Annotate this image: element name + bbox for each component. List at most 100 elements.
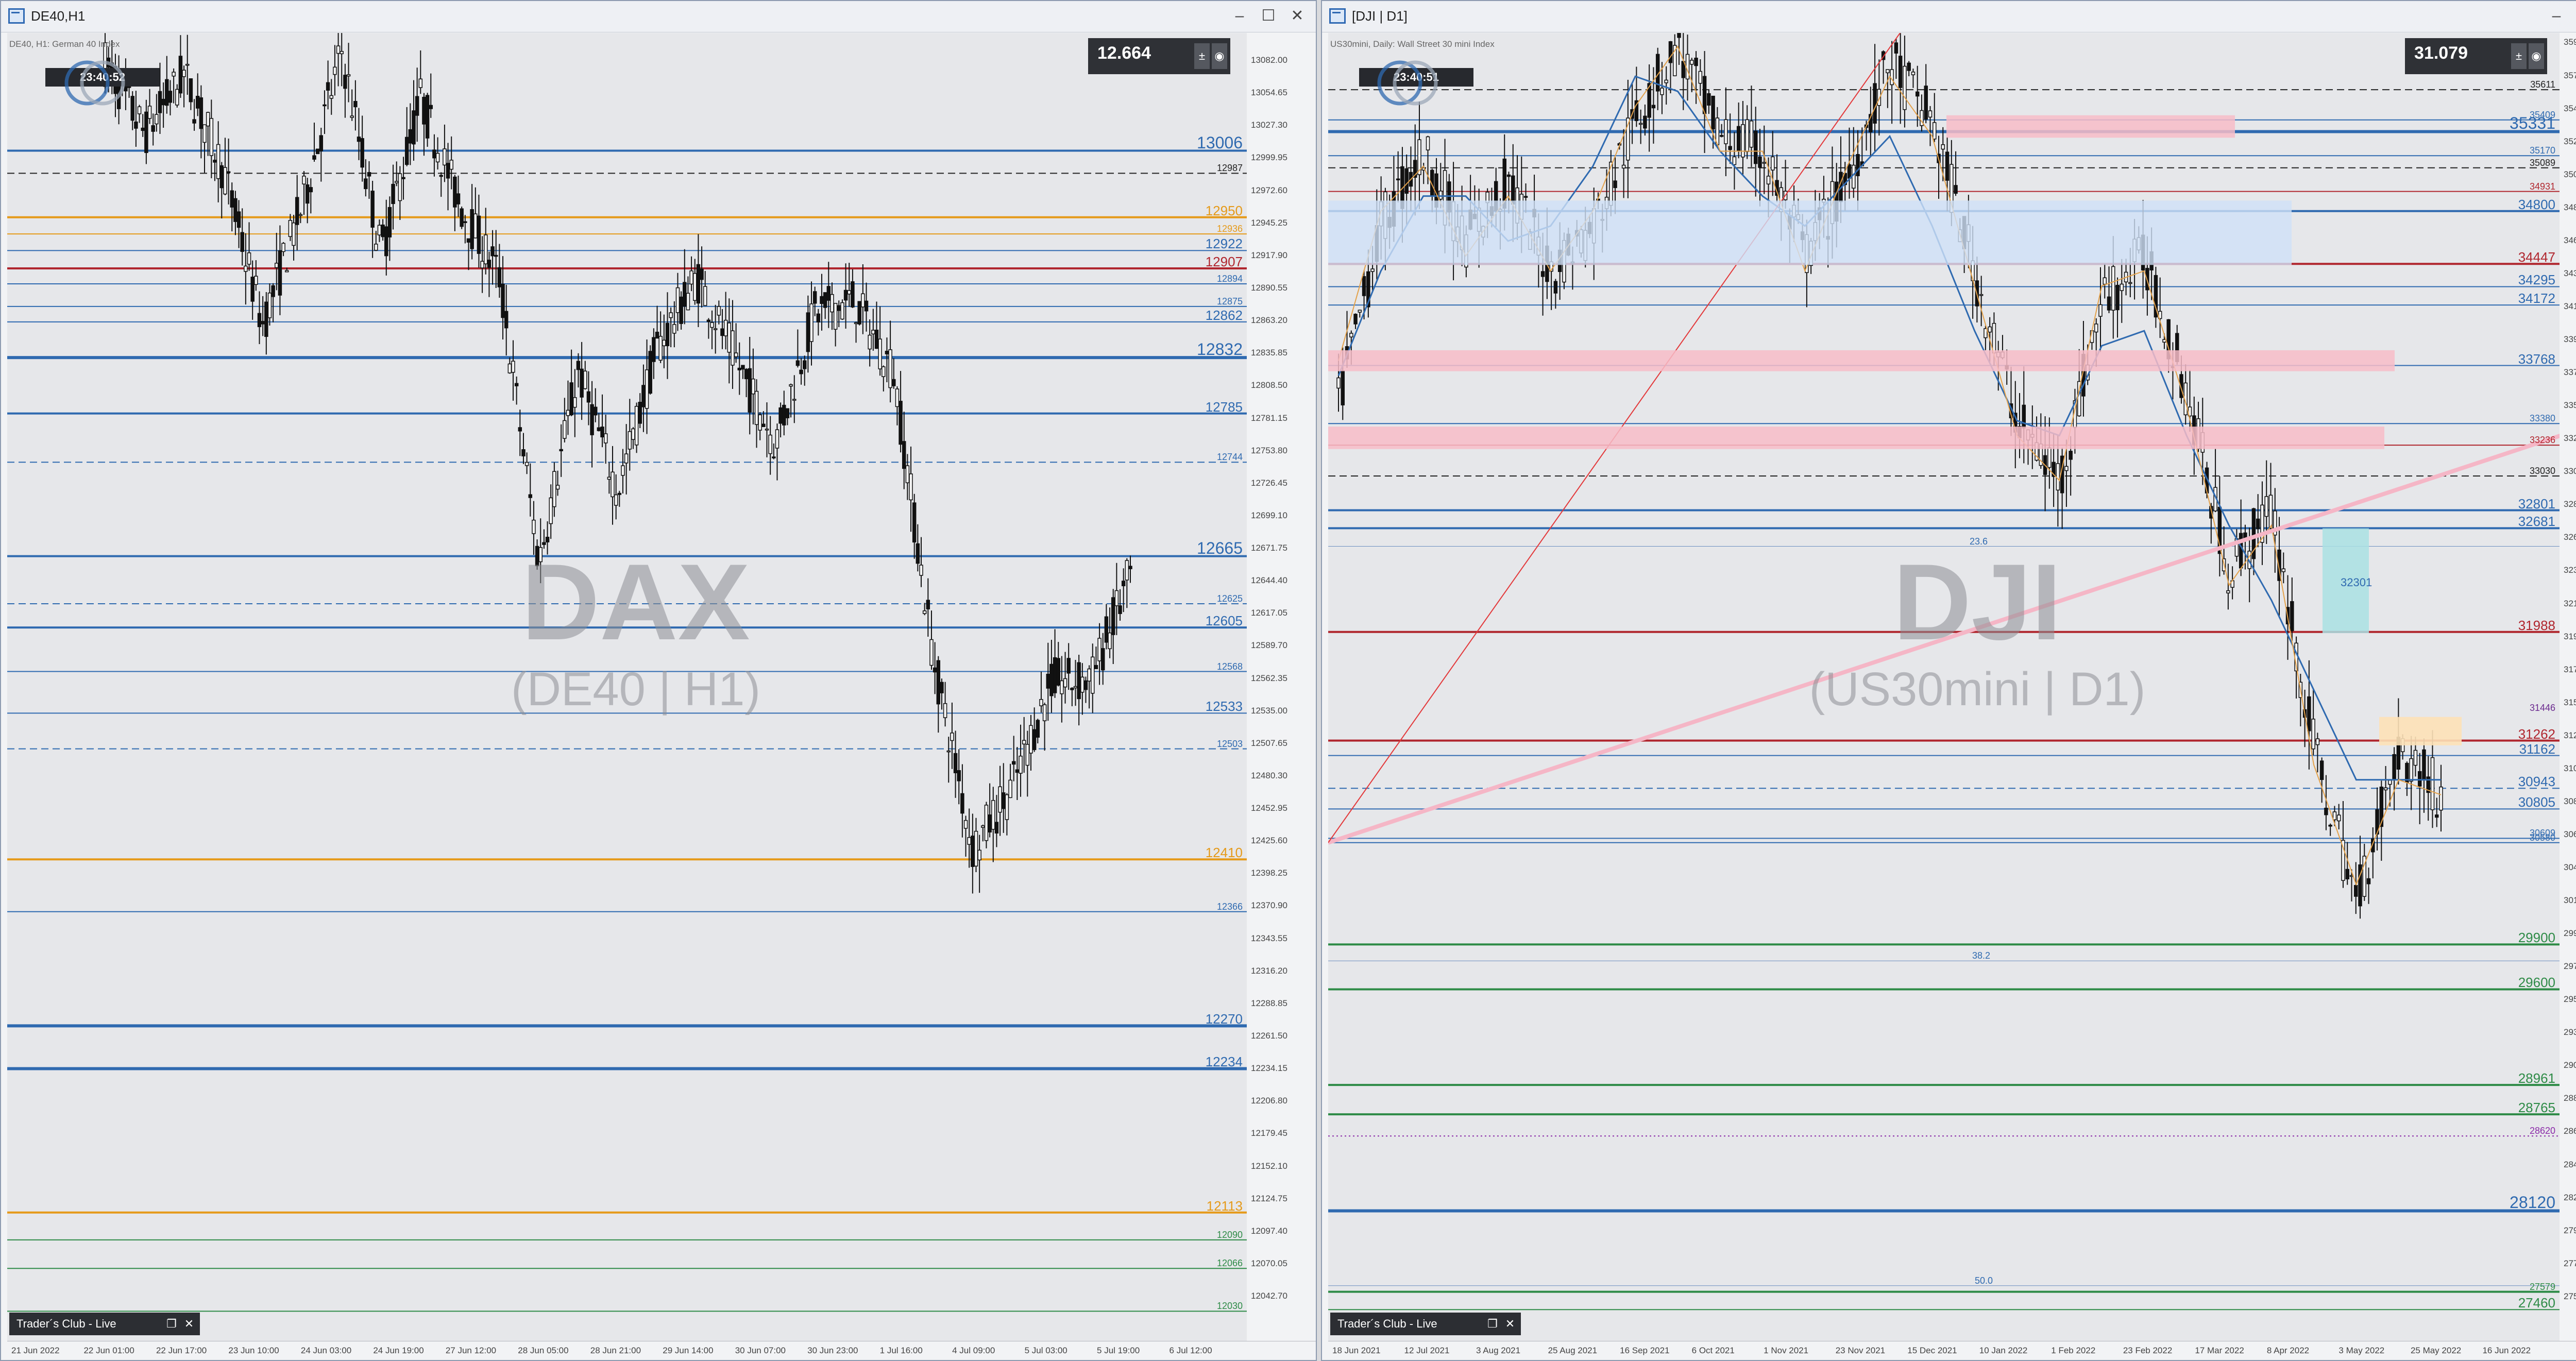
level-label: 31262 xyxy=(2518,726,2555,742)
supply-zone xyxy=(1328,350,2395,371)
date-tick: 3 Aug 2021 xyxy=(1476,1346,1521,1355)
settings-icon[interactable]: ◉ xyxy=(2529,43,2544,69)
date-tick: 1 Nov 2021 xyxy=(1764,1346,1809,1355)
date-tick: 23 Feb 2022 xyxy=(2123,1346,2173,1355)
level-label: 12744 xyxy=(1216,452,1243,463)
live-tab-label: Trader´s Club - Live xyxy=(16,1317,116,1330)
price-tick: 12781.15 xyxy=(1251,413,1287,423)
live-tab[interactable]: Trader´s Club - Live ❐ ✕ xyxy=(1330,1313,1521,1335)
price-tick: 12343.55 xyxy=(1251,933,1287,943)
close-icon[interactable]: ✕ xyxy=(1502,1316,1518,1332)
price-tick: 12726.45 xyxy=(1251,478,1287,488)
price-display: 31.079 ± ◉ xyxy=(2405,38,2547,74)
price-tick: 12917.90 xyxy=(1251,250,1287,260)
date-tick: 23 Nov 2021 xyxy=(1835,1346,1886,1355)
live-tab[interactable]: Trader´s Club - Live ❐ ✕ xyxy=(9,1313,200,1335)
date-tick: 8 Apr 2022 xyxy=(2266,1346,2310,1355)
symbol-watermark: DJI (US30mini | D1) xyxy=(1809,541,2146,716)
window-title: DE40,H1 xyxy=(31,8,86,24)
title-bar[interactable]: [DJI | D1] – ☐ ✕ xyxy=(1322,1,2576,32)
date-tick: 6 Jul 12:00 xyxy=(1169,1346,1212,1355)
price-tick: 12398.25 xyxy=(1251,868,1287,878)
level-label: 12605 xyxy=(1205,613,1243,629)
dji-chart-window[interactable]: [DJI | D1] – ☐ ✕ DJI (US30mini | D1) US3… xyxy=(1321,0,2576,1361)
level-label: 32681 xyxy=(2518,514,2555,530)
price-tick: 12179.45 xyxy=(1251,1128,1287,1138)
price-tick: 12507.65 xyxy=(1251,738,1287,748)
title-bar[interactable]: DE40,H1 – ☐ ✕ xyxy=(1,1,1316,32)
settings-icon[interactable]: ◉ xyxy=(1212,43,1227,69)
level-label: 30805 xyxy=(2518,794,2555,810)
price-tick: 27988.50 xyxy=(2564,1225,2576,1235)
price-tick: 12152.10 xyxy=(1251,1161,1287,1171)
date-tick: 1 Feb 2022 xyxy=(2051,1346,2096,1355)
date-axis[interactable]: 18 Jun 2021 12 Jul 2021 3 Aug 2021 25 Aug 2… xyxy=(1328,1341,2576,1360)
date-tick: 21 Jun 2022 xyxy=(11,1346,60,1355)
date-tick: 30 Jun 07:00 xyxy=(735,1346,786,1355)
date-axis[interactable]: 21 Jun 2022 22 Jun 01:00 22 Jun 17:00 23 Ju… xyxy=(7,1341,1316,1360)
current-price: 12.664 xyxy=(1097,43,1151,63)
minimize-button[interactable]: – xyxy=(1225,5,1254,27)
maximize-button[interactable]: ☐ xyxy=(2571,5,2576,27)
date-tick: 10 Jan 2022 xyxy=(1979,1346,2028,1355)
price-tick: 27768.00 xyxy=(2564,1258,2576,1268)
supply-zone xyxy=(1328,427,2384,449)
price-adjust-button[interactable]: ± xyxy=(1194,43,1210,69)
date-tick: 27 Jun 12:00 xyxy=(445,1346,497,1355)
date-tick: 18 Jun 2021 xyxy=(1332,1346,1381,1355)
chart-window-icon xyxy=(8,8,25,24)
level-label: 33030 xyxy=(2529,465,2555,476)
level-label: 33380 xyxy=(2529,413,2555,424)
price-adjust-button[interactable]: ± xyxy=(2511,43,2527,69)
price-tick: 12945.25 xyxy=(1251,217,1287,228)
price-tick: 32178.00 xyxy=(2564,598,2576,608)
price-chart[interactable]: DAX (DE40 | H1) DE40, H1: German 40 Inde… xyxy=(7,33,1248,1348)
fib-label: 38.2 xyxy=(1972,950,1991,961)
level-label: 28620 xyxy=(2529,1126,2555,1136)
price-tick: 12562.35 xyxy=(1251,673,1287,683)
price-tick: 28209.00 xyxy=(2564,1192,2576,1202)
price-tick: 34824.00 xyxy=(2564,202,2576,212)
maximize-button[interactable]: ☐ xyxy=(1254,5,1283,27)
level-label: 12568 xyxy=(1216,661,1243,672)
level-label: 34447 xyxy=(2518,249,2555,265)
price-tick: 35265.00 xyxy=(2564,136,2576,146)
level-label: 12862 xyxy=(1205,307,1243,323)
minimize-button[interactable]: – xyxy=(2542,5,2571,27)
price-tick: 33060.00 xyxy=(2564,466,2576,477)
price-tick: 28429.50 xyxy=(2564,1159,2576,1169)
price-tick: 27547.50 xyxy=(2564,1291,2576,1301)
restore-icon[interactable]: ❐ xyxy=(1485,1316,1500,1332)
date-tick: 22 Jun 17:00 xyxy=(156,1346,207,1355)
date-tick: 6 Oct 2021 xyxy=(1691,1346,1735,1355)
level-label: 12907 xyxy=(1205,254,1243,270)
price-tick: 12070.05 xyxy=(1251,1258,1287,1268)
price-tick: 30855.00 xyxy=(2564,796,2576,806)
price-chart[interactable]: DJI (US30mini | D1) US30mini, Daily: Wal… xyxy=(1328,33,2561,1348)
brand-logo-icon xyxy=(1377,60,1438,106)
level-label: 28961 xyxy=(2518,1070,2555,1086)
close-icon[interactable]: ✕ xyxy=(181,1316,197,1332)
restore-icon[interactable]: ❐ xyxy=(164,1316,179,1332)
level-label: 12936 xyxy=(1216,224,1243,234)
close-button[interactable]: ✕ xyxy=(1283,5,1312,27)
dax-chart-window[interactable]: DE40,H1 – ☐ ✕ DAX (DE40 | H1) DE40, H1: … xyxy=(0,0,1317,1361)
zone-orange xyxy=(2379,717,2462,745)
price-tick: 12808.50 xyxy=(1251,380,1287,390)
level-label: 12270 xyxy=(1205,1011,1243,1027)
price-tick: 12316.20 xyxy=(1251,965,1287,976)
price-tick: 34603.50 xyxy=(2564,235,2576,245)
level-label: 12503 xyxy=(1216,738,1243,749)
price-tick: 12097.40 xyxy=(1251,1226,1287,1236)
level-label: 27579 xyxy=(2529,1281,2555,1292)
price-axis[interactable]: 35926.50 35706.00 35485.50 35265.00 35044.50… xyxy=(2560,33,2576,1348)
date-tick: 22 Jun 01:00 xyxy=(83,1346,134,1355)
price-tick: 13082.00 xyxy=(1251,55,1287,65)
level-label: 34172 xyxy=(2518,291,2555,307)
price-axis[interactable]: 13082.00 13054.65 13027.30 12999.95 12972.60… xyxy=(1247,33,1316,1348)
price-tick: 28870.50 xyxy=(2564,1093,2576,1103)
level-label: 12875 xyxy=(1216,296,1243,307)
price-tick: 30193.50 xyxy=(2564,895,2576,906)
date-tick: 23 Jun 10:00 xyxy=(228,1346,279,1355)
price-tick: 34162.50 xyxy=(2564,301,2576,311)
